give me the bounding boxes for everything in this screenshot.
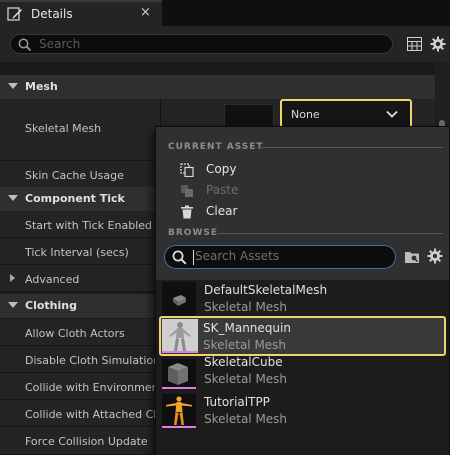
asset-type-color-bar xyxy=(162,426,196,428)
text-caret xyxy=(193,250,194,265)
asset-name: SK_Mannequin xyxy=(203,321,291,335)
copy-icon xyxy=(180,163,194,177)
table-grid-icon[interactable] xyxy=(407,37,422,51)
asset-name: SkeletalCube xyxy=(204,355,283,369)
expand-arrow-icon xyxy=(8,302,18,308)
clear-menu-item[interactable]: Clear xyxy=(180,202,430,222)
chevron-down-icon xyxy=(386,110,398,118)
paste-label: Paste xyxy=(206,183,239,197)
category-label: Component Tick xyxy=(25,192,125,205)
asset-list-item[interactable]: TutorialTPP Skeletal Mesh xyxy=(160,393,450,429)
current-asset-header: CURRENT ASSET xyxy=(168,142,264,152)
category-label: Clothing xyxy=(25,299,77,312)
asset-type: Skeletal Mesh xyxy=(204,300,288,314)
gear-icon[interactable] xyxy=(427,248,443,264)
property-label: Tick Interval (secs) xyxy=(25,246,129,259)
tab-title: Details xyxy=(31,7,73,21)
asset-search-placeholder: Search Assets xyxy=(195,249,280,263)
details-search-input[interactable]: Search xyxy=(10,34,393,54)
expand-arrow-icon xyxy=(8,195,18,201)
default-mesh-thumbnail xyxy=(162,282,196,316)
close-icon[interactable]: × xyxy=(140,5,151,20)
expand-arrow-icon xyxy=(8,83,18,89)
divider xyxy=(218,233,443,234)
property-label: Allow Cloth Actors xyxy=(25,327,125,340)
character-icon xyxy=(166,396,192,425)
property-label: Disable Cloth Simulation xyxy=(25,354,161,367)
asset-list-item[interactable]: SkeletalCube Skeletal Mesh xyxy=(160,355,450,390)
asset-list-item-selected[interactable]: SK_Mannequin Skeletal Mesh xyxy=(159,316,446,356)
skeletal-mesh-thumbnail[interactable] xyxy=(224,104,274,128)
asset-list-item[interactable]: DefaultSkeletalMesh Skeletal Mesh xyxy=(160,281,450,317)
category-label: Mesh xyxy=(25,80,58,93)
mannequin-icon xyxy=(169,322,191,351)
asset-picker-popup: CURRENT ASSET Copy Paste Clear BROWSE Se… xyxy=(155,126,450,455)
details-toolbar: Search xyxy=(0,26,450,62)
category-mesh[interactable]: Mesh xyxy=(0,75,435,99)
divider xyxy=(257,147,443,148)
combo-value: None xyxy=(291,108,320,121)
search-placeholder: Search xyxy=(39,37,81,51)
asset-type: Skeletal Mesh xyxy=(203,338,287,352)
mannequin-thumbnail xyxy=(162,319,198,353)
asset-type: Skeletal Mesh xyxy=(204,372,288,386)
paste-icon xyxy=(181,185,193,197)
folder-browse-icon[interactable] xyxy=(404,250,420,264)
copy-label: Copy xyxy=(206,162,237,176)
paste-menu-item[interactable]: Paste xyxy=(180,181,430,201)
search-icon xyxy=(18,38,32,52)
details-tab[interactable]: Details × xyxy=(0,0,162,26)
asset-search-input[interactable]: Search Assets xyxy=(164,245,396,269)
cube-icon xyxy=(168,363,188,385)
asset-type-color-bar xyxy=(162,351,198,353)
property-label: Start with Tick Enabled xyxy=(25,219,153,232)
collapsed-arrow-icon xyxy=(10,274,15,282)
property-label: Skeletal Mesh xyxy=(25,122,102,135)
property-label: Force Collision Update xyxy=(25,435,148,448)
gear-icon[interactable] xyxy=(430,36,446,52)
default-mesh-icon xyxy=(173,295,186,306)
clear-label: Clear xyxy=(206,204,238,218)
advanced-label: Advanced xyxy=(25,273,80,286)
browse-header: BROWSE xyxy=(168,228,218,238)
search-icon xyxy=(172,250,187,265)
property-label: Collide with Environment xyxy=(25,381,163,394)
copy-menu-item[interactable]: Copy xyxy=(180,160,430,180)
asset-type-color-bar xyxy=(162,387,196,389)
cube-thumbnail xyxy=(162,359,196,389)
asset-name: TutorialTPP xyxy=(204,395,270,409)
tutorial-character-thumbnail xyxy=(162,394,196,428)
property-label: Skin Cache Usage xyxy=(25,169,124,182)
trash-icon xyxy=(181,205,193,219)
asset-name: DefaultSkeletalMesh xyxy=(204,283,328,297)
asset-type: Skeletal Mesh xyxy=(204,412,288,426)
asset-list[interactable]: DefaultSkeletalMesh Skeletal Mesh SK_Man… xyxy=(156,280,449,455)
pencil-icon xyxy=(7,7,22,21)
tab-bar: Details × xyxy=(0,0,450,26)
